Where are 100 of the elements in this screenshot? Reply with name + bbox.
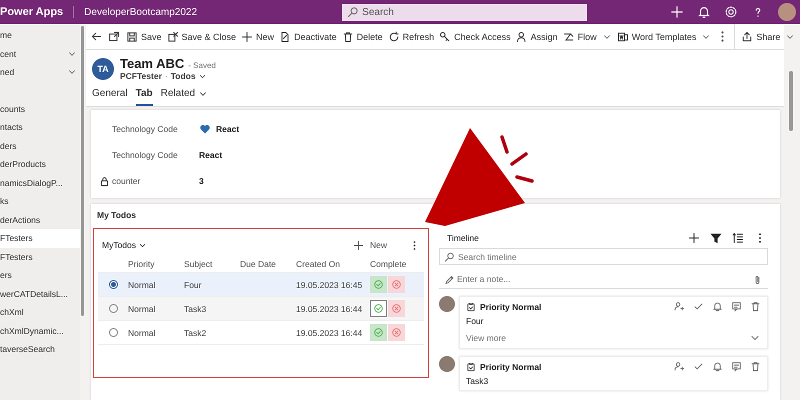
sidebar-item[interactable]: namicsDialogP... <box>0 174 80 192</box>
table-cell-text: Task3 <box>184 304 208 314</box>
form-selector[interactable]: Todos <box>170 71 207 81</box>
note-field[interactable]: Enter a note... <box>439 270 768 289</box>
table-cell-text: Task2 <box>184 328 208 338</box>
activity-title: Priority Normal <box>480 362 542 372</box>
record-title: Team ABC <box>120 56 184 71</box>
command-button[interactable]: Save & Close <box>166 30 236 42</box>
grid-row[interactable]: Normal Task2 19.05.2023 16:44 <box>98 321 424 345</box>
column-header[interactable]: Due Date <box>240 258 296 268</box>
new-button[interactable]: New <box>346 238 393 252</box>
word-document-icon <box>616 30 629 42</box>
sidebar-item[interactable]: derProducts <box>0 155 80 174</box>
sidebar-item[interactable]: ers <box>0 266 80 284</box>
x-circle-icon <box>391 303 402 314</box>
search-icon <box>347 6 360 18</box>
heart-icon <box>199 123 211 135</box>
sidebar-item[interactable]: counts <box>0 100 80 118</box>
form-tab[interactable]: Tab <box>136 85 153 106</box>
bell-icon[interactable] <box>697 5 711 19</box>
app-name[interactable]: Power Apps <box>0 6 74 18</box>
activity-title: Priority Normal <box>480 302 542 312</box>
trash-icon[interactable] <box>750 301 761 312</box>
sidebar-item[interactable]: ders <box>0 136 80 155</box>
assign-icon[interactable] <box>674 301 685 312</box>
field-value: React <box>216 124 240 134</box>
sidebar-item[interactable]: derActions <box>0 210 80 229</box>
trash-icon[interactable] <box>750 361 761 372</box>
table-cell-text: Normal <box>128 304 156 314</box>
command-button[interactable]: Delete <box>342 30 383 42</box>
radio-button[interactable] <box>108 304 118 313</box>
checkmark-icon[interactable] <box>693 301 704 312</box>
checkmark-icon[interactable] <box>693 361 704 372</box>
view-more-link[interactable]: View more <box>466 333 506 343</box>
search-field[interactable]: Search <box>342 4 588 20</box>
settings-icon[interactable] <box>724 5 738 19</box>
sidebar-item[interactable]: me <box>0 26 80 44</box>
grid-row[interactable]: Normal Task3 19.05.2023 16:44 <box>98 297 424 321</box>
separator-dot: · <box>164 71 168 81</box>
command-button[interactable]: Assign <box>516 30 558 42</box>
column-header[interactable]: Priority <box>128 258 184 268</box>
activity-text: Task3 <box>466 376 490 386</box>
command-button[interactable]: New <box>241 30 274 42</box>
sidebar-item[interactable]: FTesters <box>0 248 80 266</box>
assign-icon[interactable] <box>674 361 685 372</box>
command-button[interactable]: Save <box>126 30 162 42</box>
user-avatar[interactable] <box>778 3 796 21</box>
column-header[interactable]: Created On <box>296 258 370 268</box>
command-button[interactable]: Flow <box>562 30 612 42</box>
command-button[interactable]: Deactivate <box>279 30 337 42</box>
sort-icon[interactable] <box>732 232 744 244</box>
scrollbar[interactable] <box>789 71 793 131</box>
flow-icon <box>562 30 575 42</box>
sidebar-item[interactable]: taverseSearch <box>0 340 80 358</box>
sidebar-item[interactable]: ned <box>0 63 80 82</box>
field-label: Technology Code <box>112 124 178 134</box>
entity-name: PCFTester <box>120 71 162 81</box>
refresh-icon <box>388 30 400 42</box>
table-cell-text: 19.05.2023 16:44 <box>296 328 364 338</box>
scrollbar[interactable] <box>81 26 84 316</box>
sidebar-item[interactable]: chXml <box>0 303 80 322</box>
x-circle-icon <box>391 279 402 290</box>
popout-icon[interactable] <box>108 30 121 43</box>
check-circle-icon <box>373 303 384 314</box>
radio-button[interactable] <box>108 280 118 289</box>
note-icon[interactable] <box>731 361 742 372</box>
view-selector[interactable]: MyTodos <box>102 240 148 250</box>
field-value: React <box>199 150 222 160</box>
field-value: 3 <box>199 176 204 186</box>
command-button[interactable]: Check Access <box>439 30 511 42</box>
filter-icon[interactable] <box>710 232 722 244</box>
command-button[interactable]: Refresh <box>388 30 434 42</box>
task-icon <box>466 362 476 372</box>
search-field[interactable]: Search timeline <box>439 248 768 265</box>
form-tab[interactable]: Related <box>160 85 208 106</box>
table-cell-text: 19.05.2023 16:44 <box>296 304 364 314</box>
back-icon[interactable] <box>90 30 103 43</box>
table-cell-text: 19.05.2023 16:45 <box>296 280 364 290</box>
radio-button[interactable] <box>108 328 118 337</box>
sidebar-item[interactable]: werCATDetailsL... <box>0 284 80 303</box>
timeline-title: Timeline <box>447 233 479 243</box>
field-label: counter <box>112 176 140 186</box>
sidebar-item[interactable]: ntacts <box>0 118 80 136</box>
plus-icon[interactable] <box>688 232 700 244</box>
sidebar-item[interactable]: ks <box>0 192 80 210</box>
form-tab[interactable]: General <box>92 85 128 106</box>
column-header[interactable]: Complete <box>370 258 420 268</box>
pencil-icon <box>444 274 455 285</box>
sidebar-item[interactable]: cent <box>0 44 80 63</box>
bell-icon[interactable] <box>712 361 723 372</box>
bell-icon[interactable] <box>712 301 723 312</box>
sidebar-item[interactable]: chXmlDynamic... <box>0 322 80 340</box>
command-button[interactable]: Word Templates <box>616 30 712 42</box>
save-status: - Saved <box>188 61 216 70</box>
grid-row[interactable]: Normal Four 19.05.2023 16:45 <box>98 273 424 297</box>
key-icon <box>439 30 452 42</box>
sidebar-item[interactable]: FTesters <box>0 229 80 248</box>
column-header[interactable]: Subject <box>184 258 240 268</box>
note-icon[interactable] <box>731 301 742 312</box>
complete-button[interactable] <box>370 300 387 317</box>
